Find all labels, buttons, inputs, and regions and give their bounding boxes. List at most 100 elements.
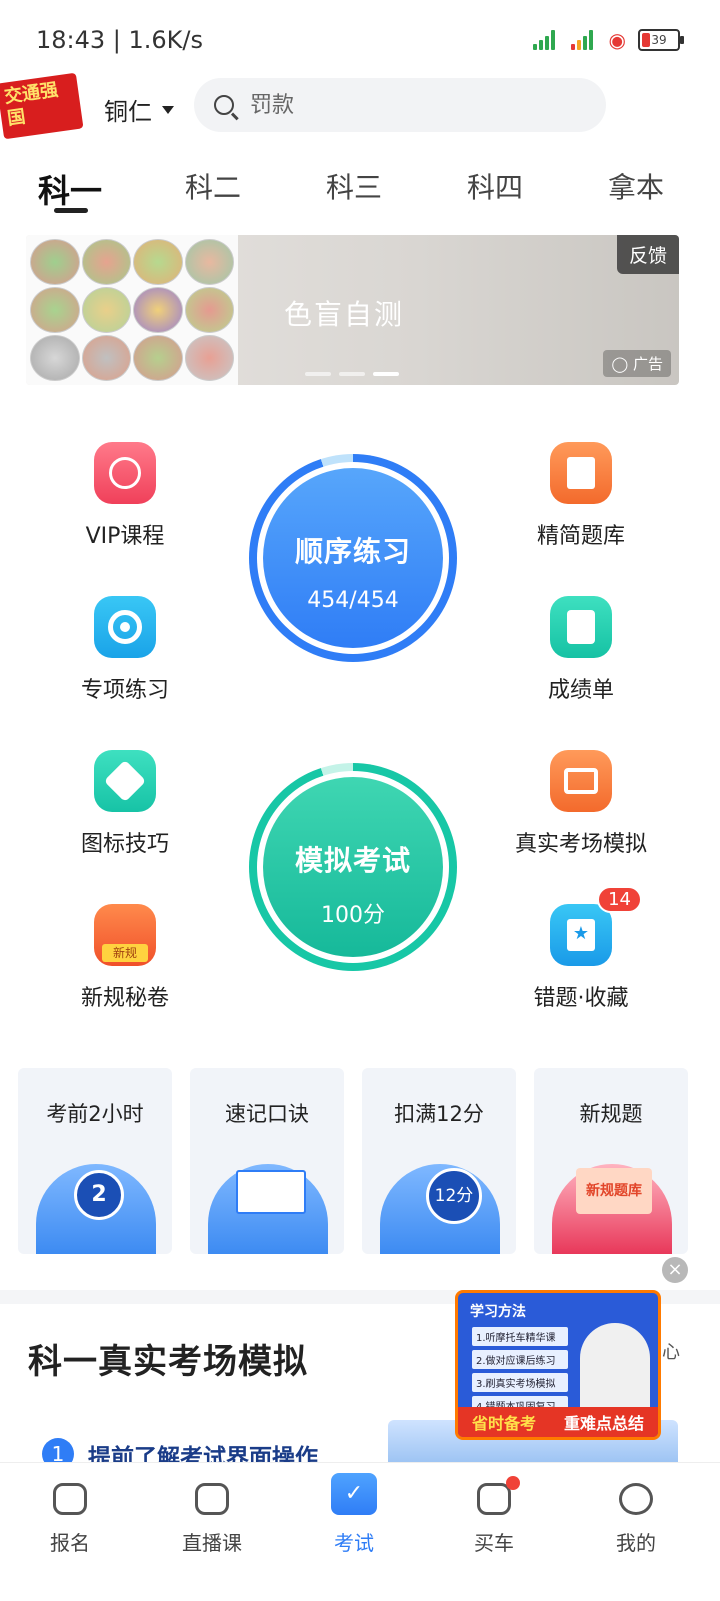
- sequence-practice-button[interactable]: 顺序练习 454/454: [249, 454, 457, 662]
- float-ad-title: 学习方法: [470, 1304, 526, 1320]
- road-sign-icon: [94, 750, 156, 812]
- new-rules-badge: 新规: [102, 944, 148, 962]
- nav-label: 直播课: [182, 1531, 242, 1555]
- float-ad-bar-right: 重难点总结: [563, 1414, 644, 1433]
- battery-icon: 39: [638, 29, 684, 51]
- tab-ke4[interactable]: 科四: [467, 166, 523, 206]
- floating-video-ad[interactable]: 学习方法 1.听摩托车精华课 2.做对应课后练习 3.刷真实考场模拟 4.错题本…: [455, 1290, 661, 1440]
- signal-icon: [532, 30, 559, 50]
- card-2-hours-before[interactable]: 考前2小时 2: [18, 1068, 172, 1254]
- score-report[interactable]: 成绩单: [501, 596, 661, 704]
- sequence-practice-progress: 454/454: [307, 588, 399, 613]
- vip-course-label: VIP课程: [85, 524, 165, 549]
- card-title: 扣满12分: [394, 1102, 484, 1126]
- form-icon: [53, 1483, 87, 1515]
- wifi-icon: ◉: [608, 28, 626, 52]
- mock-exam-score: 100分: [321, 903, 385, 928]
- float-ad-item: 3.刷真实考场模拟: [472, 1373, 568, 1392]
- close-icon[interactable]: ×: [662, 1257, 688, 1283]
- tv-icon: [195, 1483, 229, 1515]
- status-icons: ◉ 39: [532, 28, 684, 52]
- mock-exam-title: 模拟考试: [294, 844, 411, 877]
- section-title: 科一真实考场模拟: [28, 1342, 308, 1382]
- card-title: 速记口诀: [225, 1102, 309, 1126]
- tab-ke1[interactable]: 科一: [38, 166, 102, 212]
- monitor-icon: [550, 750, 612, 812]
- mistakes-favorites-label: 错题·收藏: [533, 986, 629, 1011]
- icon-tips[interactable]: 图标技巧: [45, 750, 205, 858]
- city-label: 铜仁: [104, 98, 152, 126]
- notification-dot: [506, 1476, 520, 1490]
- target-icon: [94, 596, 156, 658]
- nav-exam[interactable]: ✓ 考试: [304, 1473, 404, 1556]
- nav-label: 我的: [616, 1531, 656, 1555]
- banner-title: 色盲自测: [284, 298, 405, 331]
- carousel-dot: [339, 372, 365, 376]
- banner-ad[interactable]: 色盲自测 反馈 ◯ 广告: [26, 235, 679, 385]
- clipboard-check-icon: 新规: [94, 904, 156, 966]
- float-ad-item: 2.做对应课后练习: [472, 1350, 568, 1369]
- tab-underline: [54, 208, 88, 213]
- slim-question-bank[interactable]: 精简题库: [501, 442, 661, 550]
- slim-question-bank-label: 精简题库: [536, 524, 625, 549]
- special-practice[interactable]: 专项练习: [45, 596, 205, 704]
- section-side-text: 心: [662, 1342, 680, 1363]
- vip-course[interactable]: VIP课程: [45, 442, 205, 550]
- signal-icon-2: [570, 30, 597, 50]
- card-new-rules[interactable]: 新规题 新规题库: [534, 1068, 688, 1254]
- new-rules-secret[interactable]: 新规 新规秘卷: [45, 904, 205, 1012]
- bookmark-star-icon: ★ 14: [550, 886, 642, 966]
- card-title: 考前2小时: [46, 1102, 144, 1126]
- icon-tips-label: 图标技巧: [80, 832, 169, 857]
- search-input[interactable]: [248, 91, 572, 119]
- sequence-practice-title: 顺序练习: [294, 535, 411, 568]
- nav-label: 报名: [50, 1531, 90, 1555]
- city-selector[interactable]: 铜仁: [104, 92, 174, 127]
- nav-buy-car[interactable]: 买车: [444, 1476, 544, 1556]
- search-icon: [214, 95, 234, 115]
- clock-icon: [94, 442, 156, 504]
- nav-live-class[interactable]: 直播课: [162, 1483, 262, 1556]
- document-icon: [550, 596, 612, 658]
- stopwatch-illustration: 2: [36, 1164, 156, 1254]
- search-bar[interactable]: [194, 78, 606, 132]
- card-memory-rhymes[interactable]: 速记口诀: [190, 1068, 344, 1254]
- tab-ke3[interactable]: 科三: [326, 166, 382, 206]
- tab-get-license[interactable]: 拿本: [608, 166, 664, 206]
- carousel-dot: [305, 372, 331, 376]
- real-exam-simulation[interactable]: 真实考场模拟: [501, 750, 661, 858]
- card-art-text: 12分: [426, 1168, 482, 1224]
- ad-icon: ◯: [611, 355, 633, 373]
- nav-signup[interactable]: 报名: [20, 1483, 120, 1556]
- app-logo[interactable]: 交通强国: [0, 72, 84, 140]
- mistakes-favorites[interactable]: ★ 14 错题·收藏: [501, 886, 661, 1012]
- exam-check-icon: ✓: [331, 1473, 377, 1515]
- real-exam-simulation-label: 真实考场模拟: [514, 832, 647, 857]
- presentation-illustration: [208, 1164, 328, 1254]
- smile-icon: [619, 1483, 653, 1515]
- float-ad-bar: 省时备考 重难点总结: [458, 1407, 658, 1437]
- ad-tag: ◯ 广告: [603, 350, 671, 377]
- book-icon: [550, 442, 612, 504]
- status-time: 18:43 | 1.6K/s: [36, 26, 204, 54]
- nav-label: 考试: [334, 1531, 374, 1555]
- tab-ke2[interactable]: 科二: [185, 166, 241, 206]
- feedback-button[interactable]: 反馈: [616, 235, 679, 274]
- card-art-text: 2: [74, 1170, 124, 1220]
- mock-exam-button[interactable]: 模拟考试 100分: [249, 763, 457, 971]
- color-plates-image: [26, 235, 238, 385]
- card-art-text: 新规题库: [576, 1168, 652, 1214]
- card-12-points[interactable]: 扣满12分 12分: [362, 1068, 516, 1254]
- penalty-illustration: 12分: [380, 1164, 500, 1254]
- nav-mine[interactable]: 我的: [586, 1483, 686, 1556]
- mistakes-count-badge: 14: [597, 886, 642, 913]
- battery-level: 39: [651, 33, 667, 47]
- card-title: 新规题: [579, 1102, 643, 1126]
- nav-label: 买车: [474, 1531, 514, 1555]
- presenter-image: [580, 1323, 650, 1411]
- chevron-down-icon: [162, 105, 174, 114]
- bottom-nav: 报名 直播课 ✓ 考试 买车 我的: [0, 1462, 720, 1601]
- ad-label: 广告: [632, 355, 663, 373]
- float-ad-bar-left: 省时备考: [471, 1414, 536, 1433]
- special-practice-label: 专项练习: [80, 678, 169, 703]
